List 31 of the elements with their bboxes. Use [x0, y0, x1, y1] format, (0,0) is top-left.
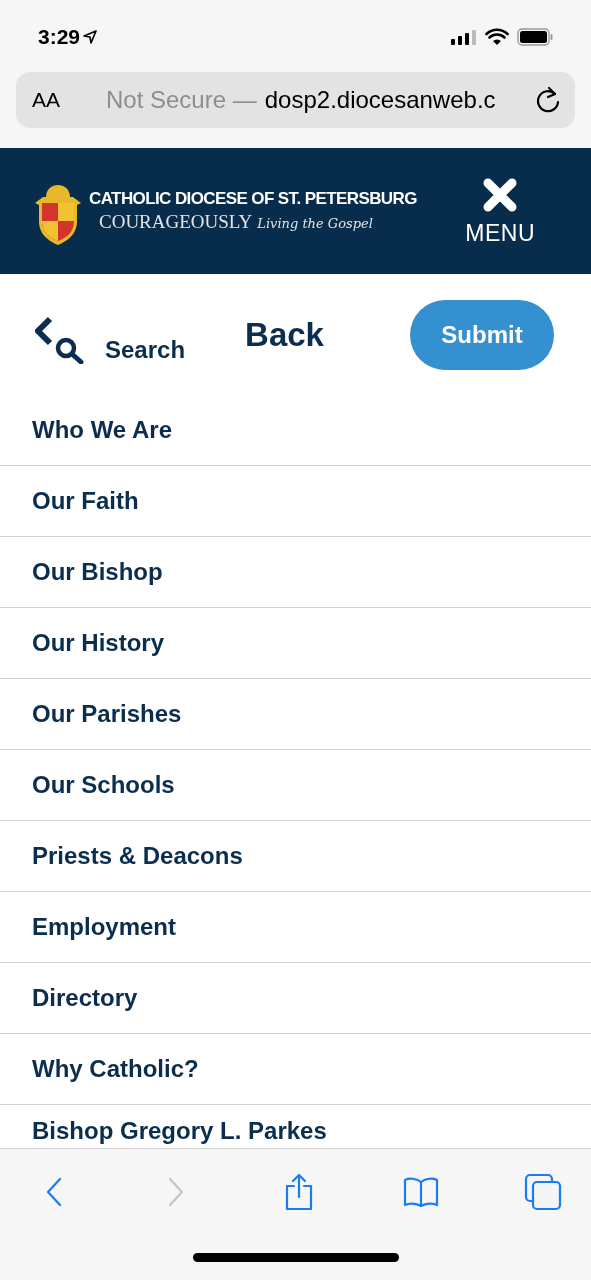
text-size-button[interactable]: AA	[32, 84, 92, 116]
battery-icon	[517, 28, 553, 46]
menu-item[interactable]: Priests & Deacons	[0, 820, 591, 891]
back-icon	[44, 1176, 64, 1208]
menu-item[interactable]: Our Bishop	[0, 536, 591, 607]
menu-item[interactable]: Our Schools	[0, 749, 591, 820]
motto-text: COURAGEOUSLY	[99, 210, 253, 234]
menu-item[interactable]: Bishop Gregory L. Parkes	[32, 1117, 327, 1145]
search-button[interactable]: Search	[35, 305, 186, 364]
address-bar[interactable]: AA Not Secure — dosp2.diocesanweb.c	[16, 72, 575, 128]
reload-icon[interactable]	[535, 86, 561, 114]
menu-item[interactable]: Our Parishes	[0, 678, 591, 749]
tagline-text: Living the Gospel	[257, 215, 373, 233]
signal-icon	[451, 29, 477, 45]
status-time: 3:29	[38, 24, 81, 51]
menu-item[interactable]: Our History	[0, 607, 591, 678]
menu-item[interactable]: Who We Are	[0, 395, 591, 465]
menu-close-button[interactable]: MENU	[465, 176, 535, 246]
menu-item[interactable]: Employment	[0, 891, 591, 962]
wifi-icon	[485, 28, 509, 46]
tabs-icon	[524, 1173, 562, 1211]
menu-item[interactable]: Directory	[0, 962, 591, 1033]
security-label: Not Secure —	[106, 85, 257, 115]
menu-item[interactable]: Why Catholic?	[0, 1033, 591, 1104]
back-search-icon	[35, 315, 85, 364]
back-button[interactable]: Back	[245, 309, 324, 360]
menu-item[interactable]: Our Faith	[0, 465, 591, 536]
diocese-title: CATHOLIC DIOCESE OF ST. PETERSBURG	[89, 188, 418, 210]
location-arrow-icon	[83, 30, 98, 44]
url-text: dosp2.diocesanweb.c	[264, 85, 497, 115]
book-icon	[401, 1176, 440, 1208]
